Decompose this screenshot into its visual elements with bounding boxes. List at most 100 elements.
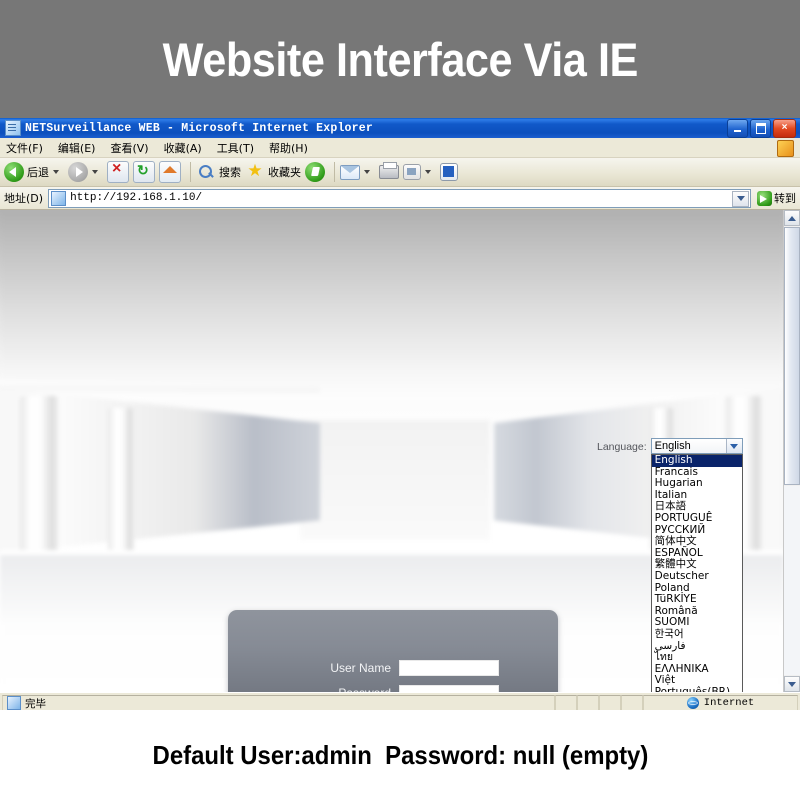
page-scrollbar[interactable] [783, 210, 800, 692]
banner-title: Website Interface Via IE [162, 32, 638, 86]
media-icon [305, 162, 325, 182]
go-arrow-icon [757, 190, 772, 206]
page-banner: Website Interface Via IE [0, 0, 800, 118]
corridor-ceiling [0, 210, 784, 400]
address-bar: 地址(D) http://192.168.1.10/ 转到 [0, 187, 800, 210]
password-label: Password [287, 686, 399, 692]
baidu-toolbar-button[interactable] [440, 163, 458, 181]
windows-flag-icon [777, 140, 794, 157]
baidu-icon [440, 163, 458, 181]
language-option[interactable]: Deutscher [652, 570, 742, 583]
menu-item-help[interactable]: 帮助(H) [269, 140, 308, 156]
back-button[interactable]: 后退 [4, 162, 64, 182]
language-option[interactable]: ไทย [652, 651, 742, 664]
status-cell-1 [555, 695, 577, 710]
favorites-button-label: 收藏夹 [268, 166, 301, 179]
window-title: NETSurveillance WEB - Microsoft Internet… [25, 121, 373, 135]
password-row: Password [228, 685, 558, 692]
go-button-label: 转到 [774, 192, 796, 205]
media-button[interactable] [305, 162, 325, 182]
star-icon: ★ [247, 161, 263, 180]
back-arrow-icon [4, 162, 24, 182]
stop-button[interactable] [107, 160, 129, 183]
print-button[interactable] [379, 162, 399, 179]
status-text: 完毕 [25, 698, 46, 711]
mail-icon [340, 164, 360, 180]
window-controls: × [727, 118, 798, 138]
language-option[interactable]: PORTUGUÊ [652, 512, 742, 525]
back-dropdown-chevron-icon[interactable] [53, 170, 59, 174]
status-bar: 完毕 Internet [0, 692, 800, 710]
forward-button[interactable] [68, 162, 103, 182]
chevron-down-icon[interactable] [725, 439, 742, 453]
language-label: Language: [597, 441, 647, 453]
window-titlebar: NETSurveillance WEB - Microsoft Internet… [0, 118, 800, 138]
language-option-list[interactable]: English Francais Hugarian Italian 日本語 PO… [650, 454, 743, 692]
login-panel: User Name Password Login [228, 610, 558, 692]
refresh-button[interactable] [133, 161, 155, 183]
search-button-label: 搜索 [219, 166, 241, 179]
search-button[interactable]: 搜索 [196, 162, 241, 182]
language-option[interactable]: TüRKİYE [652, 594, 742, 606]
language-selected-value: English [654, 440, 691, 452]
login-form: User Name Password Login [228, 660, 558, 692]
ie-logo-icon [5, 120, 21, 136]
caption-text: Default User:admin Password: null (empty… [152, 739, 648, 770]
globe-icon [686, 697, 699, 709]
scroll-down-button[interactable] [784, 676, 800, 692]
menu-bar: 文件(F) 编辑(E) 查看(V) 收藏(A) 工具(T) 帮助(H) [0, 138, 800, 158]
scrollbar-track[interactable] [784, 486, 800, 675]
forward-arrow-icon [68, 162, 88, 182]
language-option[interactable]: 한국어 [652, 628, 742, 641]
home-icon [159, 161, 181, 183]
search-icon [196, 162, 216, 182]
security-zone: Internet [643, 695, 798, 710]
menu-item-favorites[interactable]: 收藏(A) [164, 140, 202, 156]
language-selector: Language: English English Francais Hugar… [597, 438, 743, 692]
home-button[interactable] [159, 161, 181, 183]
menu-item-tools[interactable]: 工具(T) [217, 140, 254, 156]
toolbar-divider-2 [334, 162, 335, 182]
status-cell-3 [599, 695, 621, 710]
password-input[interactable] [399, 685, 499, 692]
mail-dropdown-chevron-icon[interactable] [364, 170, 370, 174]
security-zone-label: Internet [703, 697, 755, 709]
edit-page-icon [403, 164, 421, 180]
menu-item-view[interactable]: 查看(V) [110, 140, 148, 156]
favorites-button[interactable]: ★ 收藏夹 [245, 162, 301, 182]
mail-button[interactable] [340, 164, 375, 180]
scroll-up-button[interactable] [784, 210, 800, 226]
status-cell-4 [621, 695, 643, 710]
stop-icon [107, 160, 129, 183]
toolbar-divider [190, 162, 191, 182]
menu-item-edit[interactable]: 编辑(E) [58, 140, 96, 156]
address-history-chevron-icon[interactable] [732, 190, 749, 207]
web-page: Language: English English Francais Hugar… [0, 210, 784, 692]
language-option[interactable]: 简体中文 [652, 536, 742, 548]
username-input[interactable] [399, 660, 499, 676]
close-button[interactable]: × [773, 118, 796, 138]
status-cell-2 [577, 695, 599, 710]
menu-item-file[interactable]: 文件(F) [6, 140, 43, 156]
corridor-pillar-left-2 [108, 408, 134, 556]
restore-button[interactable] [750, 118, 771, 138]
language-option[interactable]: English [651, 454, 742, 467]
internet-explorer-window: NETSurveillance WEB - Microsoft Internet… [0, 118, 800, 710]
forward-dropdown-chevron-icon[interactable] [92, 170, 98, 174]
corridor-back-wall [300, 420, 490, 540]
refresh-icon [133, 161, 155, 183]
edit-dropdown-chevron-icon[interactable] [425, 170, 431, 174]
language-select[interactable]: English [650, 438, 743, 454]
go-button[interactable]: 转到 [757, 190, 796, 206]
username-label: User Name [330, 661, 391, 675]
corridor-pillar-left-1 [20, 396, 58, 566]
scrollbar-thumb[interactable] [784, 227, 800, 485]
edit-button[interactable] [403, 164, 436, 180]
address-input[interactable]: http://192.168.1.10/ [48, 188, 751, 208]
language-option[interactable]: Português(BR) [652, 686, 742, 692]
username-row: User Name [228, 660, 558, 676]
page-icon [51, 190, 67, 206]
minimize-button[interactable] [727, 118, 748, 138]
page-viewport: Language: English English Francais Hugar… [0, 210, 800, 692]
address-url-text: http://192.168.1.10/ [70, 192, 203, 204]
